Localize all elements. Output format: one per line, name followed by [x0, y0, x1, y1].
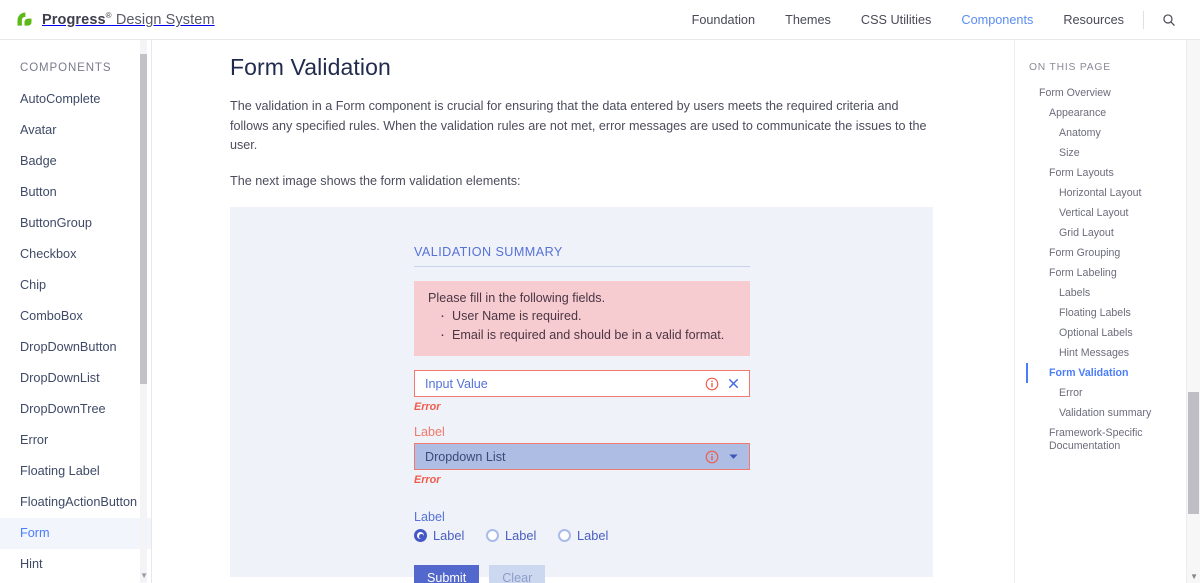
topnav-item-css-utilities[interactable]: CSS Utilities: [846, 0, 947, 40]
sidebar-item-error[interactable]: Error: [0, 425, 151, 456]
brand-logo-link[interactable]: Progress® Design System: [14, 9, 215, 30]
sidebar-item-dropdownlist[interactable]: DropDownList: [0, 363, 151, 394]
radio-option-1[interactable]: Label: [414, 528, 486, 543]
validation-summary-lead: Please fill in the following fields.: [428, 291, 606, 305]
toc-item-size[interactable]: Size: [1015, 143, 1186, 163]
sidebar-item-hint[interactable]: Hint: [0, 549, 151, 580]
topnav-item-resources[interactable]: Resources: [1048, 0, 1139, 40]
toc-item-appearance[interactable]: Appearance: [1015, 103, 1186, 123]
radio-unselected-icon[interactable]: [486, 529, 499, 542]
sidebar-item-dropdowntree[interactable]: DropDownTree: [0, 394, 151, 425]
nav-divider: [1143, 10, 1144, 29]
toc-item-framework-specific-documentation[interactable]: Framework-Specific Documentation: [1015, 423, 1186, 457]
sidebar-item-combobox[interactable]: ComboBox: [0, 301, 151, 332]
radio-option-3[interactable]: Label: [558, 528, 630, 543]
progress-logo-icon: [14, 9, 35, 30]
components-sidebar: COMPONENTS AutoComplete Avatar Badge But…: [0, 40, 152, 583]
form-action-buttons: Submit Clear: [414, 565, 750, 583]
search-icon[interactable]: [1148, 13, 1190, 27]
input-value-text: Input Value: [425, 376, 488, 391]
sidebar-item-autocomplete[interactable]: AutoComplete: [0, 84, 151, 115]
validation-summary-title: VALIDATION SUMMARY: [414, 245, 750, 267]
toc-item-form-validation[interactable]: Form Validation: [1015, 363, 1186, 383]
sidebar-item-chip[interactable]: Chip: [0, 270, 151, 301]
radio-option-3-label: Label: [577, 528, 609, 543]
radio-option-2-label: Label: [505, 528, 537, 543]
sidebar-item-button[interactable]: Button: [0, 177, 151, 208]
sidebar-item-badge[interactable]: Badge: [0, 146, 151, 177]
sidebar-item-checkbox[interactable]: Checkbox: [0, 239, 151, 270]
radio-unselected-icon[interactable]: [558, 529, 571, 542]
on-this-page-toc: ON THIS PAGE Form Overview Appearance An…: [1014, 40, 1186, 583]
toc-item-optional-labels[interactable]: Optional Labels: [1015, 323, 1186, 343]
toc-item-labels[interactable]: Labels: [1015, 283, 1186, 303]
sidebar-item-form[interactable]: Form: [0, 518, 151, 549]
validation-summary-list: User Name is required. Email is required…: [428, 306, 737, 345]
toc-item-vertical-layout[interactable]: Vertical Layout: [1015, 203, 1186, 223]
topnav-item-foundation[interactable]: Foundation: [677, 0, 771, 40]
error-info-icon[interactable]: [703, 448, 720, 465]
radio-group: Label Label Label: [414, 528, 750, 543]
intro-paragraph: The validation in a Form component is cr…: [230, 99, 927, 152]
page-scrollbar-thumb[interactable]: [1188, 392, 1199, 514]
toc-item-validation-summary[interactable]: Validation summary: [1015, 403, 1186, 423]
page-scroll-down-icon[interactable]: ▼: [1190, 572, 1198, 581]
toc-item-grid-layout[interactable]: Grid Layout: [1015, 223, 1186, 243]
toc-title: ON THIS PAGE: [1029, 62, 1111, 73]
dropdown-label: Label: [414, 425, 445, 439]
dropdown-error-text: Error: [414, 474, 441, 486]
radio-option-1-label: Label: [433, 528, 465, 543]
chevron-down-icon[interactable]: [725, 448, 742, 465]
brand-title: Progress® Design System: [42, 11, 215, 28]
validation-summary-item: User Name is required.: [440, 306, 737, 326]
image-intro-paragraph: The next image shows the form validation…: [230, 173, 521, 188]
toc-item-anatomy[interactable]: Anatomy: [1015, 123, 1186, 143]
clear-x-icon[interactable]: [725, 375, 742, 392]
validation-summary-item: Email is required and should be in a val…: [440, 325, 737, 345]
radio-selected-icon[interactable]: [414, 529, 427, 542]
toc-item-form-labeling[interactable]: Form Labeling: [1015, 263, 1186, 283]
radio-option-2[interactable]: Label: [486, 528, 558, 543]
toc-item-horizontal-layout[interactable]: Horizontal Layout: [1015, 183, 1186, 203]
toc-item-form-overview[interactable]: Form Overview: [1015, 83, 1186, 103]
dropdown-value-text: Dropdown List: [425, 449, 506, 464]
form-validation-demo-panel: VALIDATION SUMMARY Please fill in the fo…: [230, 207, 933, 583]
toc-item-form-layouts[interactable]: Form Layouts: [1015, 163, 1186, 183]
toc-item-form-grouping[interactable]: Form Grouping: [1015, 243, 1186, 263]
top-header: Progress® Design System Foundation Theme…: [0, 0, 1200, 40]
sidebar-item-avatar[interactable]: Avatar: [0, 115, 151, 146]
error-info-icon[interactable]: [703, 375, 720, 392]
main-content: Form Validation The validation in a Form…: [152, 40, 1014, 583]
input-error-text: Error: [414, 401, 441, 413]
submit-button[interactable]: Submit: [414, 565, 480, 583]
sidebar-scroll-down-icon[interactable]: ▼: [140, 571, 148, 580]
demo-form: VALIDATION SUMMARY Please fill in the fo…: [414, 245, 750, 583]
topnav-item-components[interactable]: Components: [946, 0, 1048, 40]
radio-group-label: Label: [414, 510, 445, 524]
page-title: Form Validation: [230, 54, 391, 80]
input-value-field[interactable]: Input Value: [414, 370, 750, 397]
clear-button: Clear: [489, 565, 546, 583]
sidebar-item-floatingactionbutton[interactable]: FloatingActionButton: [0, 487, 151, 518]
dropdown-list-field[interactable]: Dropdown List: [414, 443, 750, 470]
brand-name-bold: Progress: [42, 11, 106, 28]
sidebar-item-buttongroup[interactable]: ButtonGroup: [0, 208, 151, 239]
toc-item-hint-messages[interactable]: Hint Messages: [1015, 343, 1186, 363]
toc-item-error[interactable]: Error: [1015, 383, 1186, 403]
toc-item-floating-labels[interactable]: Floating Labels: [1015, 303, 1186, 323]
sidebar-title: COMPONENTS: [20, 62, 112, 74]
brand-registered: ®: [105, 11, 112, 21]
topnav-item-themes[interactable]: Themes: [770, 0, 846, 40]
top-navigation: Foundation Themes CSS Utilities Componen…: [677, 0, 1200, 40]
sidebar-scrollbar-thumb[interactable]: [140, 54, 147, 384]
sidebar-item-floating-label[interactable]: Floating Label: [0, 456, 151, 487]
validation-summary-box: Please fill in the following fields. Use…: [414, 281, 750, 356]
sidebar-item-dropdownbutton[interactable]: DropDownButton: [0, 332, 151, 363]
brand-name-light: Design System: [115, 11, 215, 28]
